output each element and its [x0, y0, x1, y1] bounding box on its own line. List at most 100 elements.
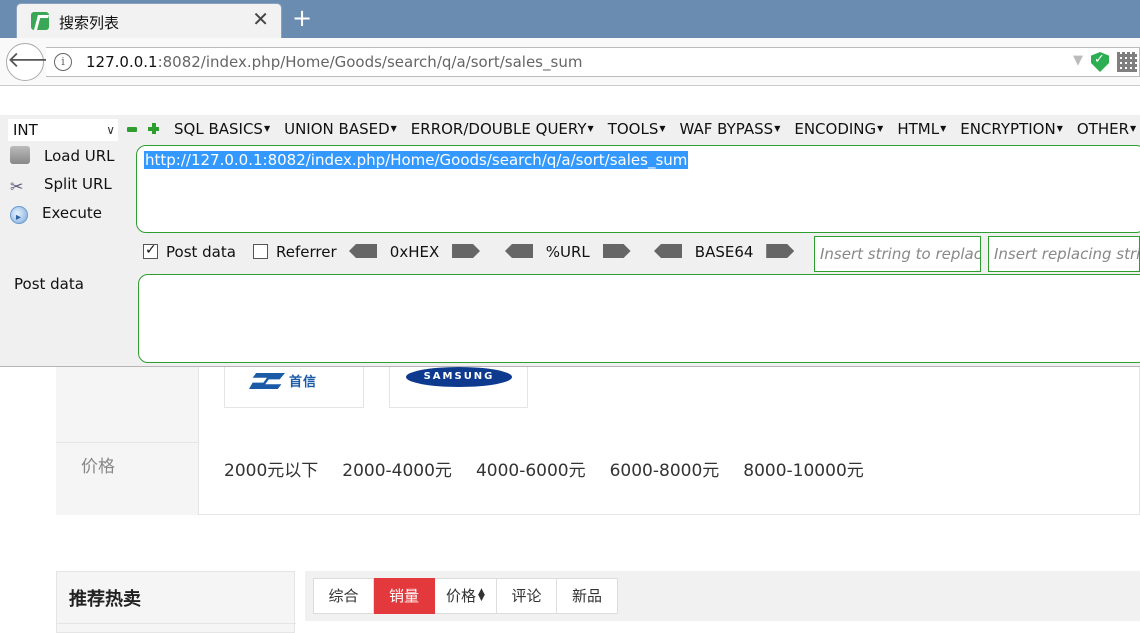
sort-bar: 综合 销量 价格 ▲ ▼ 评论 新品 [305, 571, 1140, 621]
price-option[interactable]: 4000-6000元 [476, 456, 586, 481]
menu-label: TOOLS [607, 120, 659, 138]
menu-label: ENCODING [794, 120, 877, 138]
post-data-checkbox-label: Post data [166, 243, 236, 261]
sort-tab-new[interactable]: 新品 [557, 578, 618, 614]
arrow-left-icon[interactable] [505, 244, 533, 258]
browser-tab[interactable]: 搜索列表 ✕ [16, 3, 282, 38]
sort-tab-default[interactable]: 综合 [313, 578, 374, 614]
load-url-button[interactable]: Load URL [10, 146, 115, 168]
menu-encryption[interactable]: ENCRYPTION▼ [960, 120, 1063, 140]
qr-code-icon[interactable] [1117, 52, 1137, 72]
arrow-left-icon[interactable] [654, 244, 682, 258]
menu-html[interactable]: HTML▼ [897, 120, 946, 140]
post-data-textarea[interactable] [138, 274, 1140, 363]
capital-logo-mark [249, 373, 285, 389]
scissors-icon [10, 177, 30, 195]
filter-divider [56, 442, 199, 443]
referrer-checkbox[interactable]: Referrer [253, 243, 337, 265]
sort-tab-reviews[interactable]: 评论 [497, 578, 557, 614]
capital-brand-logo: 首信 [249, 371, 341, 393]
checkbox-checked-icon[interactable] [143, 242, 158, 259]
sort-tab-price[interactable]: 价格 ▲ ▼ [435, 578, 497, 614]
checkbox-icon[interactable] [253, 244, 268, 259]
menu-tools[interactable]: TOOLS▼ [608, 120, 666, 140]
hex-encoder: 0xHEX [349, 243, 481, 265]
menu-encoding[interactable]: ENCODING▼ [794, 120, 883, 140]
hex-label: 0xHEX [389, 243, 440, 261]
tab-strip: 搜索列表 ✕ + [0, 0, 1140, 38]
site-favicon-icon [31, 12, 49, 30]
menu-waf-bypass[interactable]: WAF BYPASS▼ [680, 120, 781, 140]
caret-down-icon: ▼ [587, 124, 594, 133]
new-tab-icon[interactable]: + [292, 6, 312, 30]
close-tab-icon[interactable]: ✕ [252, 9, 269, 29]
url-dropdown-icon[interactable]: ▼ [1073, 53, 1083, 68]
back-button[interactable]: 🡐 [6, 43, 66, 81]
url-textarea[interactable]: http://127.0.0.1:8082/index.php/Home/Goo… [136, 145, 1140, 233]
type-select[interactable]: INT ∨ [8, 119, 118, 141]
menu-union-based[interactable]: UNION BASED▼ [284, 120, 397, 140]
post-data-checkbox[interactable]: Post data [143, 242, 236, 265]
shield-icon[interactable] [1091, 52, 1109, 72]
price-option[interactable]: 8000-10000元 [743, 456, 863, 481]
site-info-icon[interactable]: i [54, 53, 72, 71]
caret-down-icon: ▼ [877, 124, 884, 133]
sort-updown-icon: ▲ ▼ [478, 587, 485, 603]
caret-down-icon: ▼ [1056, 124, 1063, 133]
url-path: :8082/index.php/Home/Goods/search/q/a/so… [157, 53, 583, 71]
caret-down-icon: ▼ [263, 124, 271, 133]
price-option[interactable]: 6000-8000元 [610, 456, 720, 481]
hackbar-panel: INT ∨ SQL BASICS▼ UNION BASED▼ ERROR/DOU… [0, 115, 1140, 367]
filter-panel [56, 367, 1140, 515]
filter-label-column [56, 367, 199, 515]
referrer-checkbox-label: Referrer [276, 243, 337, 261]
menu-sql-basics[interactable]: SQL BASICS▼ [174, 120, 270, 140]
url-textarea-value: http://127.0.0.1:8082/index.php/Home/Goo… [144, 151, 689, 169]
menu-label: HTML [897, 120, 940, 138]
menu-label: ERROR/DOUBLE QUERY [410, 120, 587, 138]
hot-sale-title: 推荐热卖 [69, 589, 141, 610]
execute-button[interactable]: Execute [10, 204, 102, 226]
menu-label: OTHER [1076, 120, 1129, 138]
arrow-left-icon[interactable] [349, 244, 377, 258]
type-select-value: INT [13, 121, 38, 139]
play-icon [10, 206, 28, 224]
arrow-right-icon[interactable] [766, 244, 795, 258]
url-host: 127.0.0.1 [86, 53, 158, 71]
load-url-label: Load URL [44, 147, 115, 165]
brand-card-capital[interactable]: 首信 [224, 367, 364, 408]
address-url[interactable]: 127.0.0.1:8082/index.php/Home/Goods/sear… [86, 53, 582, 71]
url-encoder: %URL [505, 243, 631, 265]
split-url-label: Split URL [44, 175, 112, 193]
sort-tab-price-label: 价格 [446, 587, 477, 605]
menu-label: ENCRYPTION [960, 120, 1056, 138]
capital-logo-text: 首信 [289, 375, 318, 390]
menu-label: SQL BASICS [174, 120, 263, 138]
replace-string-input[interactable]: Insert string to replace [814, 236, 981, 272]
price-option[interactable]: 2000-4000元 [342, 456, 452, 481]
hot-sale-panel: 推荐热卖 [56, 571, 296, 633]
sort-tab-sales[interactable]: 销量 [374, 578, 435, 614]
minus-icon[interactable] [127, 127, 137, 132]
menu-label: UNION BASED [284, 120, 390, 138]
base64-label: BASE64 [694, 243, 754, 261]
execute-label: Execute [42, 204, 102, 222]
address-bar[interactable]: i 127.0.0.1:8082/index.php/Home/Goods/se… [46, 47, 1140, 77]
brand-card-samsung[interactable]: SAMSUNG [389, 367, 528, 408]
caret-down-icon: ▼ [940, 124, 947, 133]
chevron-down-icon: ∨ [106, 123, 115, 137]
arrow-right-icon[interactable] [602, 244, 631, 258]
plus-icon[interactable] [148, 123, 159, 134]
menu-label: WAF BYPASS [679, 120, 774, 138]
toolbar-gap [0, 87, 1140, 115]
caret-down-icon: ▼ [390, 124, 397, 133]
printer-icon [10, 146, 30, 164]
arrow-right-icon[interactable] [452, 244, 481, 258]
split-url-button[interactable]: Split URL [10, 175, 112, 197]
hackbar-menu: SQL BASICS▼ UNION BASED▼ ERROR/DOUBLE QU… [174, 120, 1140, 140]
replacing-string-input[interactable]: Insert replacing string [988, 236, 1140, 272]
menu-other[interactable]: OTHER▼ [1077, 120, 1136, 140]
menu-error-double-query[interactable]: ERROR/DOUBLE QUERY▼ [411, 120, 594, 140]
post-data-label: Post data [14, 275, 84, 293]
price-option[interactable]: 2000元以下 [224, 456, 318, 481]
